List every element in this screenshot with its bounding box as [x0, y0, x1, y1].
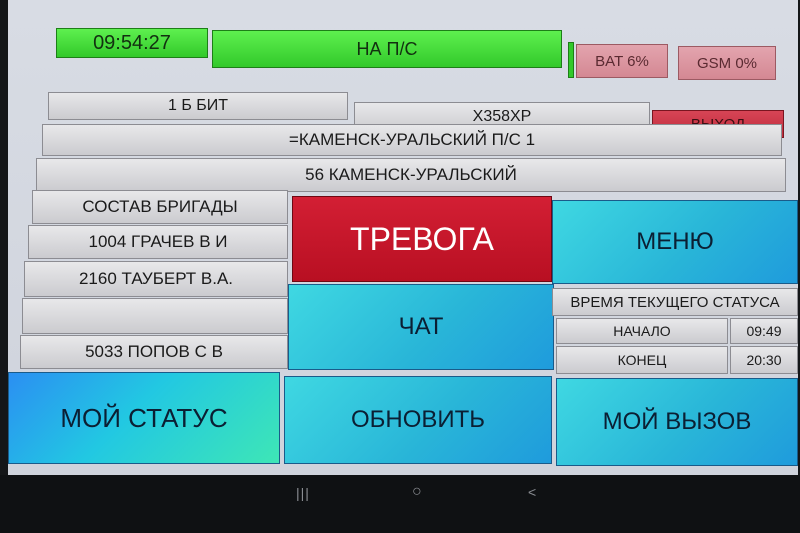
- status-end-value: 20:30: [730, 346, 798, 374]
- crew-member-2: 2160 ТАУБЕРТ В.А.: [24, 261, 288, 297]
- my-call-button[interactable]: МОЙ ВЫЗОВ: [556, 378, 798, 466]
- crew-member-1: 1004 ГРАЧЕВ В И: [28, 225, 288, 259]
- battery-indicator-bar: [568, 42, 574, 78]
- menu-button[interactable]: МЕНЮ: [552, 200, 798, 284]
- back-icon[interactable]: <: [528, 484, 536, 500]
- clock: 09:54:27: [56, 28, 208, 58]
- status-start-value: 09:49: [730, 318, 798, 344]
- battery-status: BAT 6%: [576, 44, 668, 78]
- my-status-button[interactable]: МОЙ СТАТУС: [8, 372, 280, 464]
- recent-apps-icon[interactable]: |||: [296, 485, 310, 501]
- navigation-bar: ||| ○ <: [0, 475, 800, 533]
- status-time-header: ВРЕМЯ ТЕКУЩЕГО СТАТУСА: [552, 288, 798, 316]
- chat-button[interactable]: ЧАТ: [288, 284, 554, 370]
- status-start-label: НАЧАЛО: [556, 318, 728, 344]
- brigade-label: 1 Б БИТ: [48, 92, 348, 120]
- crew-member-4: 5033 ПОПОВ С В: [20, 335, 288, 369]
- app-screen: 09:54:27 НА П/С BAT 6% GSM 0% 1 Б БИТ Х3…: [8, 0, 798, 475]
- station-name: =КАМЕНСК-УРАЛЬСКИЙ П/С 1: [42, 124, 782, 156]
- crew-header: СОСТАВ БРИГАДЫ: [32, 190, 288, 224]
- status-end-label: КОНЕЦ: [556, 346, 728, 374]
- refresh-button[interactable]: ОБНОВИТЬ: [284, 376, 552, 464]
- current-status: НА П/С: [212, 30, 562, 68]
- home-icon[interactable]: ○: [412, 483, 422, 501]
- alarm-button[interactable]: ТРЕВОГА: [292, 196, 552, 282]
- crew-member-3: [22, 298, 288, 334]
- gsm-status: GSM 0%: [678, 46, 776, 80]
- substation-name: 56 КАМЕНСК-УРАЛЬСКИЙ: [36, 158, 786, 192]
